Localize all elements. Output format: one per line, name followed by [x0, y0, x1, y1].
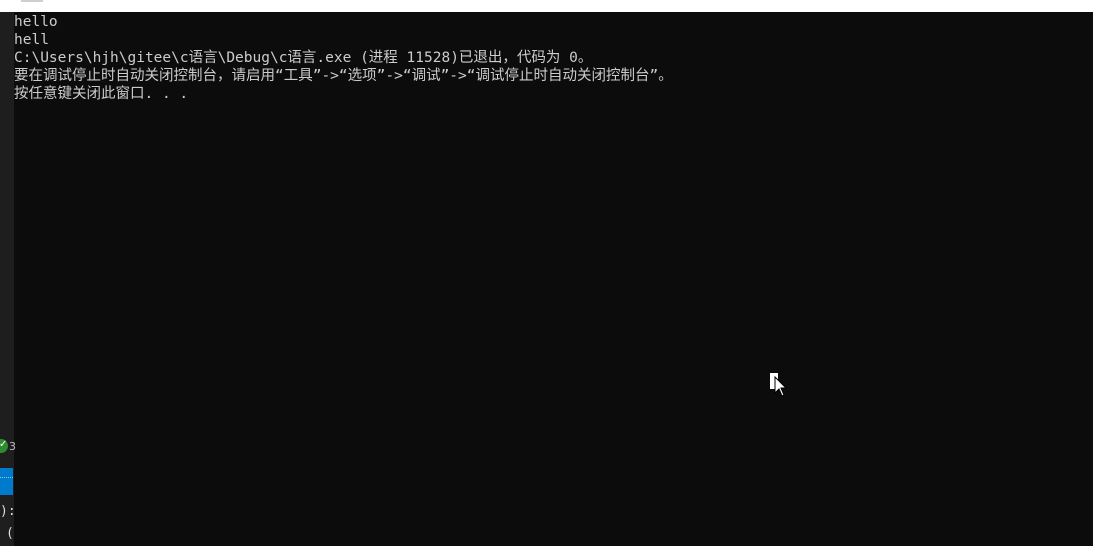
console-line-hint: 要在调试停止时自动关闭控制台，请启用“工具”->“选项”->“调试”->“调试停… [14, 68, 673, 84]
console-line-output-2: hell [14, 32, 49, 48]
check-circle-icon: ✓ [0, 439, 8, 453]
title-bar[interactable] [0, 0, 1093, 12]
background-text-2: ( [6, 526, 14, 541]
console-line-output-1: hello [14, 14, 58, 30]
console-output[interactable]: hello hell C:\Users\hjh\gitee\c语言\Debug\… [14, 13, 1089, 103]
background-status-dots [0, 477, 13, 479]
window-icon [21, 0, 43, 2]
console-window: ✓ 3 ): ( hello hell C:\Users\hjh\gitee\c… [0, 0, 1093, 546]
console-line-prompt: 按任意键关闭此窗口. . . [14, 86, 189, 102]
background-status-bar [0, 468, 13, 495]
background-glyph: 3 [9, 440, 16, 453]
background-editor-strip [0, 12, 14, 546]
background-text-1: ): [0, 504, 16, 519]
mouse-pointer-icon [774, 376, 788, 397]
console-line-exit-message: C:\Users\hjh\gitee\c语言\Debug\c语言.exe (进程… [14, 50, 593, 66]
